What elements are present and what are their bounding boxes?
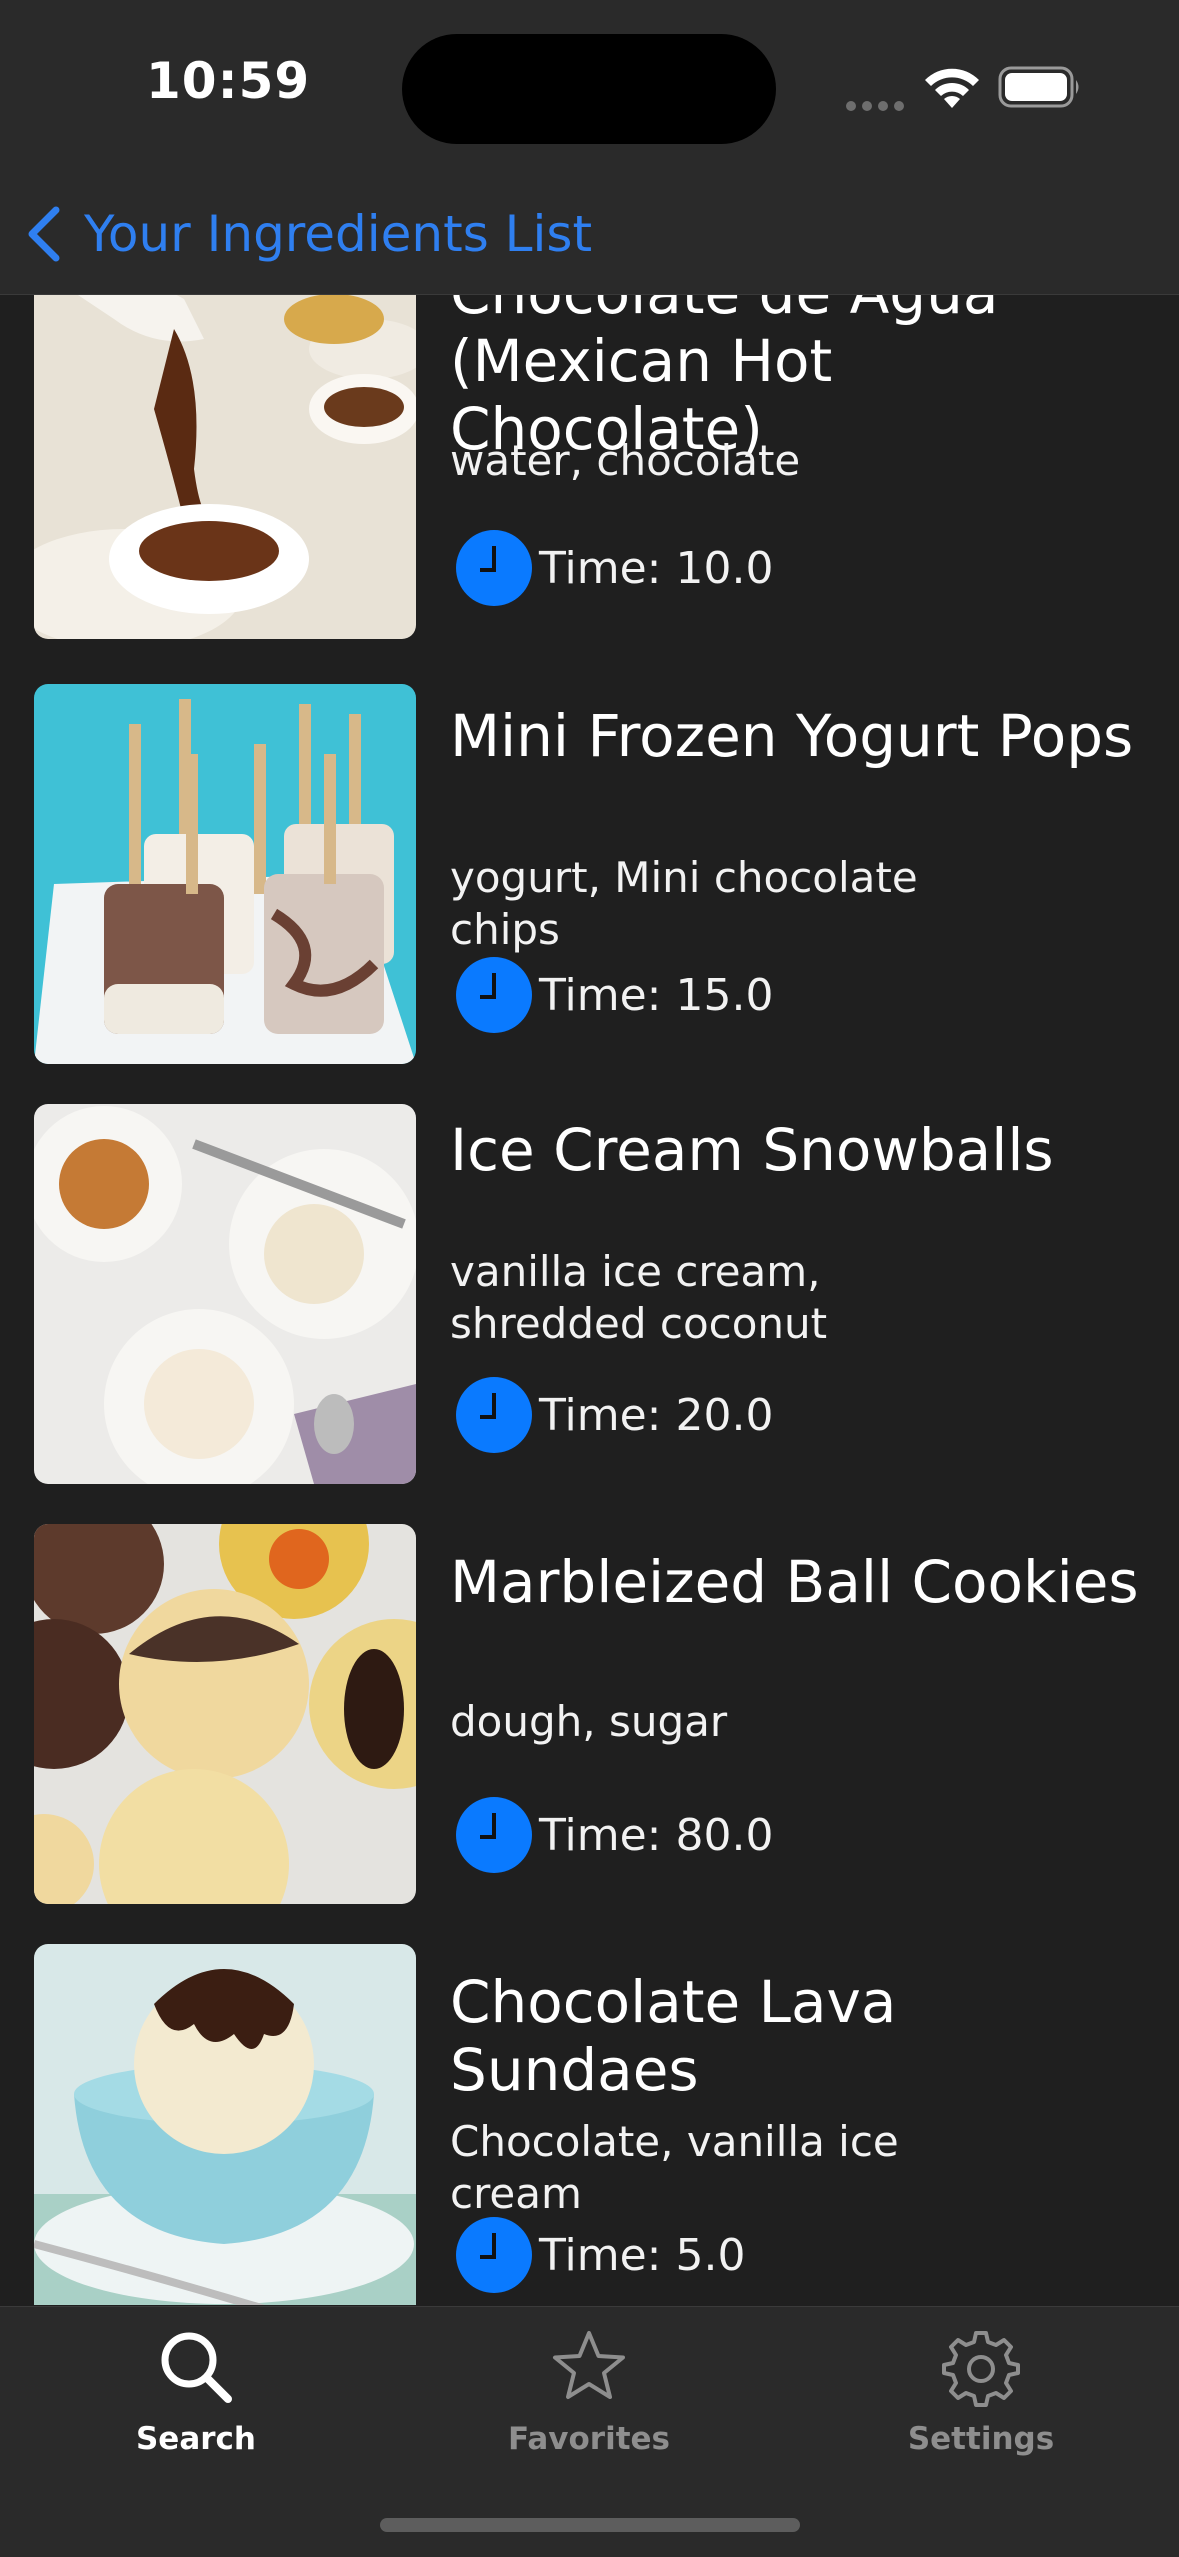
tab-settings[interactable]: Settings <box>861 2327 1101 2457</box>
tab-label: Search <box>135 2421 256 2457</box>
recipe-time-text: Time: 20.0 <box>539 1389 774 1441</box>
recipe-image-cookies <box>34 1524 416 1904</box>
recipe-ingredients: vanilla ice cream, shredded coconut <box>450 1247 828 1348</box>
back-button-label: Your Ingredients List <box>84 205 593 263</box>
status-bar: 10:59 <box>0 0 1179 180</box>
navigation-bar: Your Ingredients List <box>0 180 1179 295</box>
tab-favorites[interactable]: Favorites <box>469 2327 709 2457</box>
back-button[interactable]: Your Ingredients List <box>24 194 592 274</box>
recipe-title: Chocolate Lava Sundaes <box>450 1968 897 2104</box>
battery-icon <box>998 66 1079 108</box>
recipe-title: Mini Frozen Yogurt Pops <box>450 702 1134 770</box>
clock-icon <box>456 530 532 606</box>
recipe-image-lava-sundae <box>34 1944 416 2305</box>
recipe-time: Time: 10.0 <box>455 529 773 607</box>
recipe-time: Time: 20.0 <box>455 1376 773 1454</box>
recipe-title: Ice Cream Snowballs <box>450 1116 1054 1184</box>
gear-icon <box>942 2331 1020 2407</box>
recipe-image-snowballs <box>34 1104 416 1484</box>
clock-icon <box>456 1377 532 1453</box>
status-time: 10:59 <box>146 52 311 110</box>
recipe-ingredients: water, chocolate <box>450 436 801 485</box>
chevron-left-icon <box>28 206 60 262</box>
star-icon <box>553 2331 625 2399</box>
tab-search[interactable]: Search <box>76 2327 316 2457</box>
recipe-row[interactable]: Mini Frozen Yogurt Pops yogurt, Mini cho… <box>0 684 1179 1104</box>
recipe-image-hot-chocolate <box>34 295 416 639</box>
recipe-row[interactable]: Chocolate Lava Sundaes Chocolate, vanill… <box>0 1944 1179 2305</box>
recipe-row[interactable]: Ice Cream Snowballs vanilla ice cream, s… <box>0 1104 1179 1524</box>
clock-icon <box>456 957 532 1033</box>
clock-icon <box>456 2217 532 2293</box>
search-icon <box>161 2332 232 2403</box>
recipe-image-yogurt-pops <box>34 684 416 1064</box>
recipe-time-text: Time: 80.0 <box>539 1809 774 1861</box>
recipe-time-text: Time: 5.0 <box>539 2229 746 2281</box>
recipe-time-text: Time: 10.0 <box>539 542 774 594</box>
recipe-time-text: Time: 15.0 <box>539 969 774 1021</box>
recipe-ingredients: Chocolate, vanilla ice cream <box>450 2117 899 2218</box>
recipe-title: Marbleized Ball Cookies <box>450 1548 1139 1616</box>
recipe-time: Time: 5.0 <box>455 2216 745 2294</box>
wifi-icon <box>925 68 979 108</box>
recipe-row[interactable]: Chocolate de Agua (Mexican Hot Chocolate… <box>0 295 1179 679</box>
tab-label: Favorites <box>508 2421 670 2457</box>
recipe-time: Time: 15.0 <box>455 956 773 1034</box>
recipe-row[interactable]: Marbleized Ball Cookies dough, sugar Tim… <box>0 1524 1179 1944</box>
tab-label: Settings <box>907 2421 1055 2457</box>
cellular-signal-icon <box>846 96 910 115</box>
recipe-ingredients: yogurt, Mini chocolate chips <box>450 853 918 954</box>
home-indicator <box>380 2518 800 2532</box>
recipe-list[interactable]: Chocolate de Agua (Mexican Hot Chocolate… <box>0 295 1179 2305</box>
recipe-time: Time: 80.0 <box>455 1796 773 1874</box>
dynamic-island <box>402 34 776 144</box>
recipe-ingredients: dough, sugar <box>450 1697 728 1746</box>
clock-icon <box>456 1797 532 1873</box>
